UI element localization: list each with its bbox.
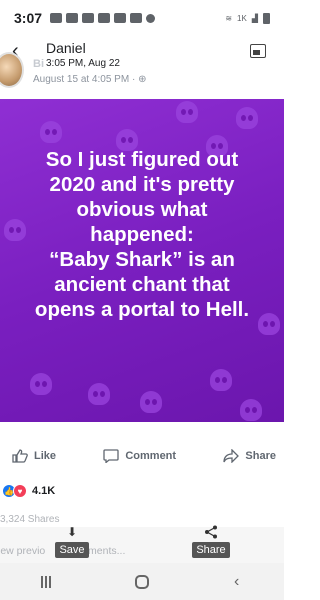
back-button[interactable]: ‹ xyxy=(228,573,246,591)
meme-line: 2020 and it's pretty xyxy=(49,173,235,196)
share-button[interactable]: Share xyxy=(223,449,276,463)
post-image[interactable]: So I just figured out 2020 and it's pret… xyxy=(0,99,284,422)
meme-line: So I just figured out xyxy=(45,148,239,171)
comment-button[interactable]: Comment xyxy=(103,449,176,463)
recents-icon xyxy=(41,575,53,588)
reaction-count: 4.1K xyxy=(32,485,56,497)
skull-shape xyxy=(40,121,62,143)
post-timestamp: August 15 at 4:05 PM · ⊕ xyxy=(33,74,147,85)
notification-icons xyxy=(50,13,156,23)
meme-line: obvious what xyxy=(76,198,208,221)
status-time: 3:07 xyxy=(14,10,43,26)
share-image-label: Share xyxy=(192,542,230,558)
thumbs-up-icon xyxy=(12,449,28,463)
skull-shape xyxy=(88,383,110,405)
save-label: Save xyxy=(55,542,89,558)
android-nav-bar: ‹ xyxy=(0,563,284,600)
share-icon xyxy=(205,525,217,539)
messenger-icon xyxy=(66,13,79,23)
app-icon xyxy=(82,13,95,23)
meme-line: happened: xyxy=(90,223,194,246)
skull-shape xyxy=(236,107,258,129)
save-button[interactable]: ⬇ Save xyxy=(55,523,89,559)
battery-icon xyxy=(263,12,270,24)
skull-shape xyxy=(240,399,262,421)
like-button[interactable]: Like xyxy=(12,449,56,463)
like-label: Like xyxy=(34,450,57,462)
share-label: Share xyxy=(245,450,276,462)
meme-line: opens a portal to Hell. xyxy=(34,298,250,321)
check-icon xyxy=(50,13,63,23)
skull-shape xyxy=(30,373,52,395)
skull-shape xyxy=(176,101,198,123)
system-icons: ≋ 1K ▟ xyxy=(225,12,270,24)
gallery-icon[interactable] xyxy=(250,44,266,58)
meme-line: ancient chant that xyxy=(54,273,230,296)
status-bar: 3:07 ≋ 1K ▟ xyxy=(0,0,284,36)
download-icon: ⬇ xyxy=(66,525,78,539)
skull-shape xyxy=(140,391,162,413)
home-button[interactable] xyxy=(133,573,151,591)
header-name: Daniel xyxy=(46,40,86,56)
post-actions: Like Comment Share xyxy=(0,440,284,472)
data-rate: 1K xyxy=(237,13,247,23)
back-chevron-icon: ‹ xyxy=(233,572,240,590)
header-time: 3:05 PM, Aug 22 xyxy=(46,58,120,69)
recents-button[interactable] xyxy=(38,573,56,591)
comment-icon xyxy=(103,449,119,463)
signal-icon: ▟ xyxy=(251,13,258,23)
comment-label: Comment xyxy=(125,450,177,462)
meme-line: “Baby Shark” is an xyxy=(49,248,235,271)
home-icon xyxy=(134,574,149,589)
dot-icon xyxy=(146,13,156,23)
message-icon xyxy=(130,13,143,23)
news-icon xyxy=(114,13,127,23)
reactions-summary[interactable]: 👍 ♥ 4.1K xyxy=(0,482,284,500)
meme-text: So I just figured out 2020 and it's pret… xyxy=(6,147,278,322)
share-arrow-icon xyxy=(223,449,240,463)
globe-icon: ⊕ xyxy=(138,74,147,85)
author-name-fragment: Bi xyxy=(33,58,44,70)
love-reaction-icon: ♥ xyxy=(13,484,27,498)
skull-shape xyxy=(210,369,232,391)
wifi-icon: ≋ xyxy=(225,13,233,23)
share-image-button[interactable]: Share xyxy=(192,523,230,559)
mail-icon xyxy=(98,13,111,23)
share-count[interactable]: 3,324 Shares xyxy=(0,514,60,525)
